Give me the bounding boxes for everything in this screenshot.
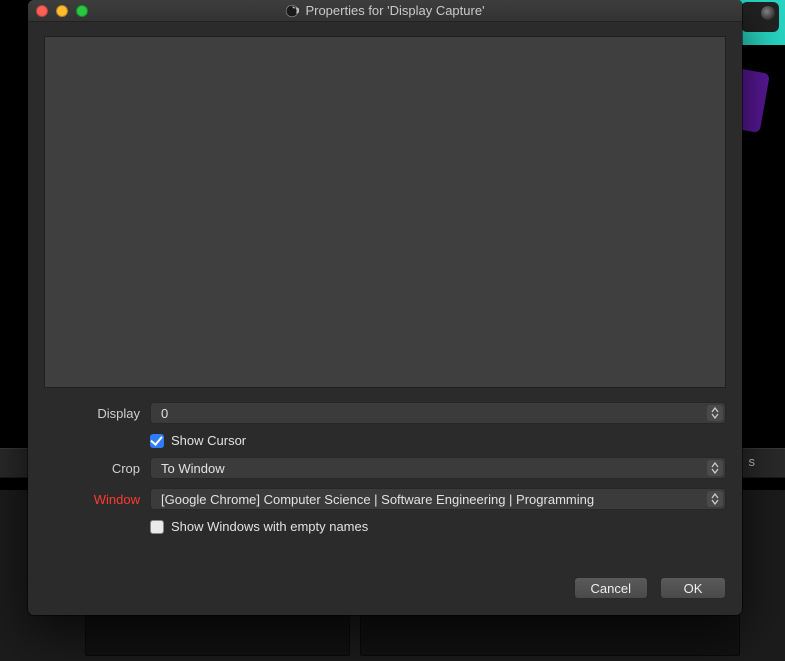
- titlebar: Properties for 'Display Capture': [28, 0, 742, 22]
- window-title-wrap: Properties for 'Display Capture': [28, 3, 742, 18]
- stepper-icon: [707, 405, 723, 421]
- properties-dialog: Properties for 'Display Capture' Display…: [28, 0, 742, 615]
- window-label: Window: [44, 492, 140, 507]
- preview-area: [44, 36, 726, 388]
- cancel-button-label: Cancel: [591, 581, 631, 596]
- show-empty-names-row: Show Windows with empty names: [150, 519, 726, 534]
- camera-icon: [741, 2, 779, 32]
- background-cut-text: s: [749, 454, 756, 469]
- crop-select[interactable]: To Window: [150, 457, 726, 479]
- zoom-window-button[interactable]: [76, 5, 88, 17]
- properties-form: Display 0 Show Cursor Crop To Window: [44, 402, 726, 534]
- window-title: Properties for 'Display Capture': [305, 3, 484, 18]
- show-cursor-row: Show Cursor: [150, 433, 726, 448]
- minimize-window-button[interactable]: [56, 5, 68, 17]
- stepper-icon: [707, 491, 723, 507]
- close-window-button[interactable]: [36, 5, 48, 17]
- window-controls: [28, 5, 88, 17]
- crop-label: Crop: [44, 461, 140, 476]
- dialog-content: Display 0 Show Cursor Crop To Window: [28, 22, 742, 577]
- dialog-footer: Cancel OK: [28, 577, 742, 615]
- crop-select-value: To Window: [161, 461, 225, 476]
- show-empty-names-label: Show Windows with empty names: [171, 519, 368, 534]
- window-select-value: [Google Chrome] Computer Science | Softw…: [161, 492, 594, 507]
- show-cursor-checkbox[interactable]: [150, 434, 164, 448]
- stepper-icon: [707, 460, 723, 476]
- window-select[interactable]: [Google Chrome] Computer Science | Softw…: [150, 488, 726, 510]
- show-empty-names-checkbox[interactable]: [150, 520, 164, 534]
- ok-button-label: OK: [684, 581, 703, 596]
- display-select[interactable]: 0: [150, 402, 726, 424]
- cancel-button[interactable]: Cancel: [574, 577, 648, 599]
- display-select-value: 0: [161, 406, 168, 421]
- ok-button[interactable]: OK: [660, 577, 726, 599]
- obs-icon: [285, 4, 299, 18]
- show-cursor-label: Show Cursor: [171, 433, 246, 448]
- display-label: Display: [44, 406, 140, 421]
